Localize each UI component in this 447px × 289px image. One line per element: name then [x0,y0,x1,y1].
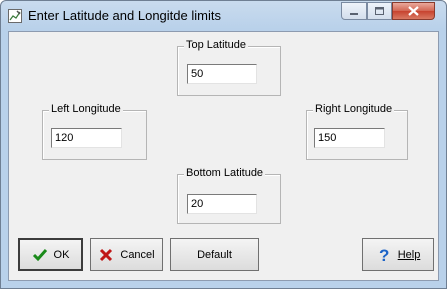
maximize-icon [375,7,384,15]
top-latitude-input[interactable] [187,64,257,84]
bottom-latitude-input[interactable] [187,194,257,214]
title-bar[interactable]: Enter Latitude and Longitde limits [1,1,446,31]
right-longitude-input[interactable] [314,128,385,148]
question-icon: ? [376,246,392,264]
left-longitude-label: Left Longitude [49,103,123,115]
svg-text:?: ? [379,246,389,264]
default-button-label: Default [197,248,232,261]
checkmark-icon [32,247,48,263]
top-latitude-group: Top Latitude [177,39,281,96]
x-icon [98,247,114,263]
ok-button-label: OK [53,248,70,261]
bottom-latitude-group: Bottom Latitude [177,167,281,224]
left-longitude-group: Left Longitude [42,103,147,160]
maximize-button[interactable] [367,2,392,20]
minimize-button[interactable] [341,2,367,20]
cancel-button[interactable]: Cancel [90,238,163,271]
help-button-label: Help [397,248,421,261]
close-button[interactable] [392,2,435,20]
close-icon [408,6,419,16]
right-longitude-group: Right Longitude [306,103,408,160]
top-latitude-label: Top Latitude [184,39,248,51]
right-longitude-label: Right Longitude [313,103,395,115]
pencil-chart-icon [8,9,22,23]
minimize-icon [350,13,358,15]
cancel-button-label: Cancel [120,248,155,261]
window-title: Enter Latitude and Longitde limits [28,8,221,23]
ok-button[interactable]: OK [18,238,83,271]
left-longitude-input[interactable] [51,128,122,148]
default-button[interactable]: Default [170,238,259,271]
dialog-client-area: Top Latitude Left Longitude Right Longit… [8,31,439,281]
help-button[interactable]: ? Help [362,238,434,271]
dialog-window: Enter Latitude and Longitde limits Top L… [0,0,447,289]
bottom-latitude-label: Bottom Latitude [184,167,266,179]
